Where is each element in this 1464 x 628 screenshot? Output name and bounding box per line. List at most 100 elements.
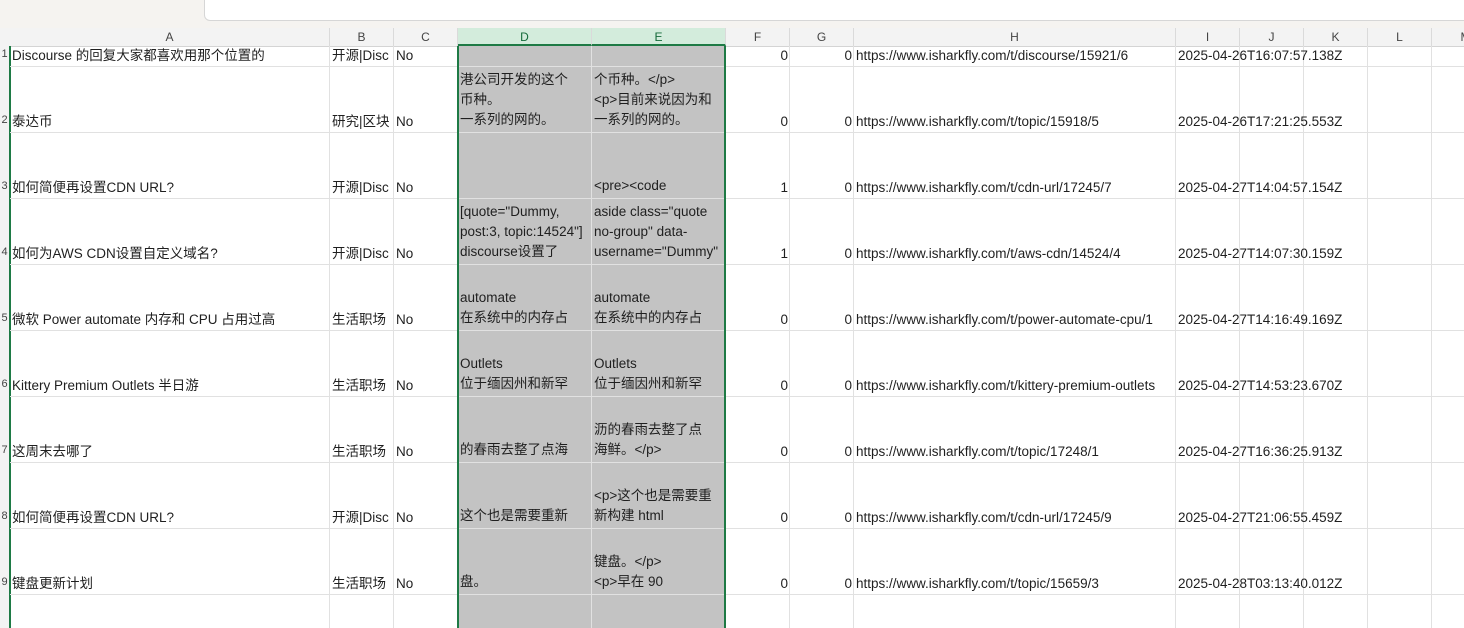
cell-i[interactable]: 2025-04-27T14:16:49.169Z: [1178, 310, 1348, 330]
cell-g[interactable]: 0: [792, 574, 852, 594]
cell-b[interactable]: 开源|Disc: [332, 46, 392, 66]
cell-e-html[interactable]: 沥的春雨去整了点海鲜。</p> <p><div: [594, 397, 724, 462]
cell-i[interactable]: 2025-04-27T14:53:23.670Z: [1178, 376, 1348, 396]
cell-a[interactable]: Discourse 的回复大家都喜欢用那个位置的: [12, 46, 328, 66]
cell-b[interactable]: 生活职场: [332, 442, 392, 462]
cell-g[interactable]: 0: [792, 376, 852, 396]
cell-c[interactable]: No: [396, 46, 456, 66]
cell-b[interactable]: 生活职场: [332, 310, 392, 330]
sheet-grid[interactable]: Discourse 的回复大家都喜欢用那个位置的开源|DiscNo鸟的时候。鸟的…: [10, 46, 1464, 628]
cell-c[interactable]: No: [396, 310, 456, 330]
cell-f[interactable]: 0: [728, 112, 788, 132]
row-header[interactable]: 9: [0, 576, 9, 588]
cell-f[interactable]: 0: [728, 574, 788, 594]
cell-c[interactable]: No: [396, 376, 456, 396]
cell-e-html[interactable]: 键盘。</p> <p>早在 90 年代末的时候，电: [594, 529, 724, 594]
cell-e-html[interactable]: 香港公司开发的这个币种。</p><p>目前来说因为和一系列的网的。个命令。</p…: [594, 67, 724, 132]
row-header[interactable]: 5: [0, 312, 9, 324]
cell-d-html[interactable]: 这个也是需要重新构建 html 的。: [460, 463, 590, 528]
cell-a[interactable]: Kittery Premium Outlets 半日游: [12, 376, 328, 396]
column-header-e[interactable]: E: [592, 28, 726, 46]
cell-e-html[interactable]: aside class="quote no-group" data-usernam…: [594, 199, 724, 264]
column-header-l[interactable]: L: [1368, 28, 1432, 46]
cell-i[interactable]: 2025-04-27T14:04:57.154Z: [1178, 178, 1348, 198]
cell-g[interactable]: 0: [792, 310, 852, 330]
cell-i[interactable]: 2025-04-27T16:36:25.913Z: [1178, 442, 1348, 462]
row-header[interactable]: 2: [0, 114, 9, 126]
cell-a[interactable]: 如何为AWS CDN设置自定义域名?: [12, 244, 328, 264]
cell-b[interactable]: 开源|Disc: [332, 178, 392, 198]
cell-d-html[interactable]: 的春雨去整了点海鲜。: [460, 397, 590, 462]
column-header-h[interactable]: H: [854, 28, 1176, 46]
cell-h[interactable]: https://www.isharkfly.com/t/topic/17248/…: [856, 442, 1174, 462]
cell-a[interactable]: 泰达币: [12, 112, 328, 132]
cell-a[interactable]: 如何简便再设置CDN URL?: [12, 508, 328, 528]
column-header-c[interactable]: C: [394, 28, 458, 46]
cell-h[interactable]: https://www.isharkfly.com/t/power-automa…: [856, 310, 1174, 330]
cell-i[interactable]: 2025-04-26T16:07:57.138Z: [1178, 46, 1348, 66]
formula-bar[interactable]: [204, 0, 1464, 21]
cell-e-html[interactable]: automate 在系统中的内存占用还是比较高。</p: [594, 265, 724, 330]
cell-i[interactable]: 2025-04-28T03:13:40.012Z: [1178, 574, 1348, 594]
cell-h[interactable]: https://www.isharkfly.com/t/kittery-prem…: [856, 376, 1174, 396]
cell-f[interactable]: 0: [728, 310, 788, 330]
column-header-g[interactable]: G: [790, 28, 854, 46]
column-header-j[interactable]: J: [1240, 28, 1304, 46]
cell-d-html[interactable]: automate 在系统中的内存占用还是比较高。: [460, 265, 590, 330]
row-header[interactable]: 4: [0, 246, 9, 258]
cell-f[interactable]: 0: [728, 46, 788, 66]
cell-f[interactable]: 1: [728, 178, 788, 198]
cell-a[interactable]: 微软 Power automate 内存和 CPU 占用过高: [12, 310, 328, 330]
column-header-b[interactable]: B: [330, 28, 394, 46]
cell-e-html[interactable]: Outlets 位于缅因州和新罕布什尔州交界的位: [594, 331, 724, 396]
cell-f[interactable]: 0: [728, 508, 788, 528]
cell-f[interactable]: 1: [728, 244, 788, 264]
cell-b[interactable]: 生活职场: [332, 574, 392, 594]
cell-b[interactable]: 研究|区块: [332, 112, 392, 132]
cell-d-html[interactable]: [460, 133, 590, 198]
cell-c[interactable]: No: [396, 112, 456, 132]
cell-d-html[interactable]: 港公司开发的这个币种。一系列的网的。个命令。: [460, 67, 590, 132]
row-header[interactable]: 7: [0, 444, 9, 456]
cell-c[interactable]: No: [396, 574, 456, 594]
cell-e-html[interactable]: <pre><code class="lang-: [594, 133, 724, 198]
column-header-f[interactable]: F: [726, 28, 790, 46]
cell-g[interactable]: 0: [792, 244, 852, 264]
cell-c[interactable]: No: [396, 244, 456, 264]
cell-b[interactable]: 开源|Disc: [332, 508, 392, 528]
cell-h[interactable]: https://www.isharkfly.com/t/cdn-url/1724…: [856, 178, 1174, 198]
column-header-k[interactable]: K: [1304, 28, 1368, 46]
cell-c[interactable]: No: [396, 178, 456, 198]
cell-g[interactable]: 0: [792, 508, 852, 528]
cell-h[interactable]: https://www.isharkfly.com/t/topic/15918/…: [856, 112, 1174, 132]
cell-h[interactable]: https://www.isharkfly.com/t/discourse/15…: [856, 46, 1174, 66]
cell-g[interactable]: 0: [792, 442, 852, 462]
cell-f[interactable]: 0: [728, 376, 788, 396]
cell-g[interactable]: 0: [792, 112, 852, 132]
column-header-a[interactable]: A: [10, 28, 330, 46]
cell-c[interactable]: No: [396, 442, 456, 462]
cell-f[interactable]: 0: [728, 442, 788, 462]
cell-d-html[interactable]: 盘。早在 90: [460, 529, 590, 594]
cell-i[interactable]: 2025-04-27T21:06:55.459Z: [1178, 508, 1348, 528]
row-header[interactable]: 1: [0, 48, 9, 60]
cell-g[interactable]: 0: [792, 178, 852, 198]
cell-d-html[interactable]: Outlets 位于缅因州和新罕布什尔州交界的位: [460, 331, 590, 396]
cell-a[interactable]: 如何简便再设置CDN URL?: [12, 178, 328, 198]
cell-a[interactable]: 这周末去哪了: [12, 442, 328, 462]
cell-e-html[interactable]: 鸟的时候。</p>: [594, 46, 724, 66]
cell-e-html[interactable]: <p>这个也是需要重新构建 html 的。</p>: [594, 463, 724, 528]
cell-h[interactable]: https://www.isharkfly.com/t/cdn-url/1724…: [856, 508, 1174, 528]
row-header[interactable]: 6: [0, 378, 9, 390]
cell-d-html[interactable]: 鸟的时候。: [460, 46, 590, 66]
row-header[interactable]: 3: [0, 180, 9, 192]
cell-c[interactable]: No: [396, 508, 456, 528]
cell-b[interactable]: 生活职场: [332, 376, 392, 396]
cell-h[interactable]: https://www.isharkfly.com/t/topic/15659/…: [856, 574, 1174, 594]
column-header-m[interactable]: M: [1432, 28, 1464, 46]
cell-i[interactable]: 2025-04-26T17:21:25.553Z: [1178, 112, 1348, 132]
cell-i[interactable]: 2025-04-27T14:07:30.159Z: [1178, 244, 1348, 264]
cell-a[interactable]: 键盘更新计划: [12, 574, 328, 594]
cell-h[interactable]: https://www.isharkfly.com/t/aws-cdn/1452…: [856, 244, 1174, 264]
row-header[interactable]: 8: [0, 510, 9, 522]
